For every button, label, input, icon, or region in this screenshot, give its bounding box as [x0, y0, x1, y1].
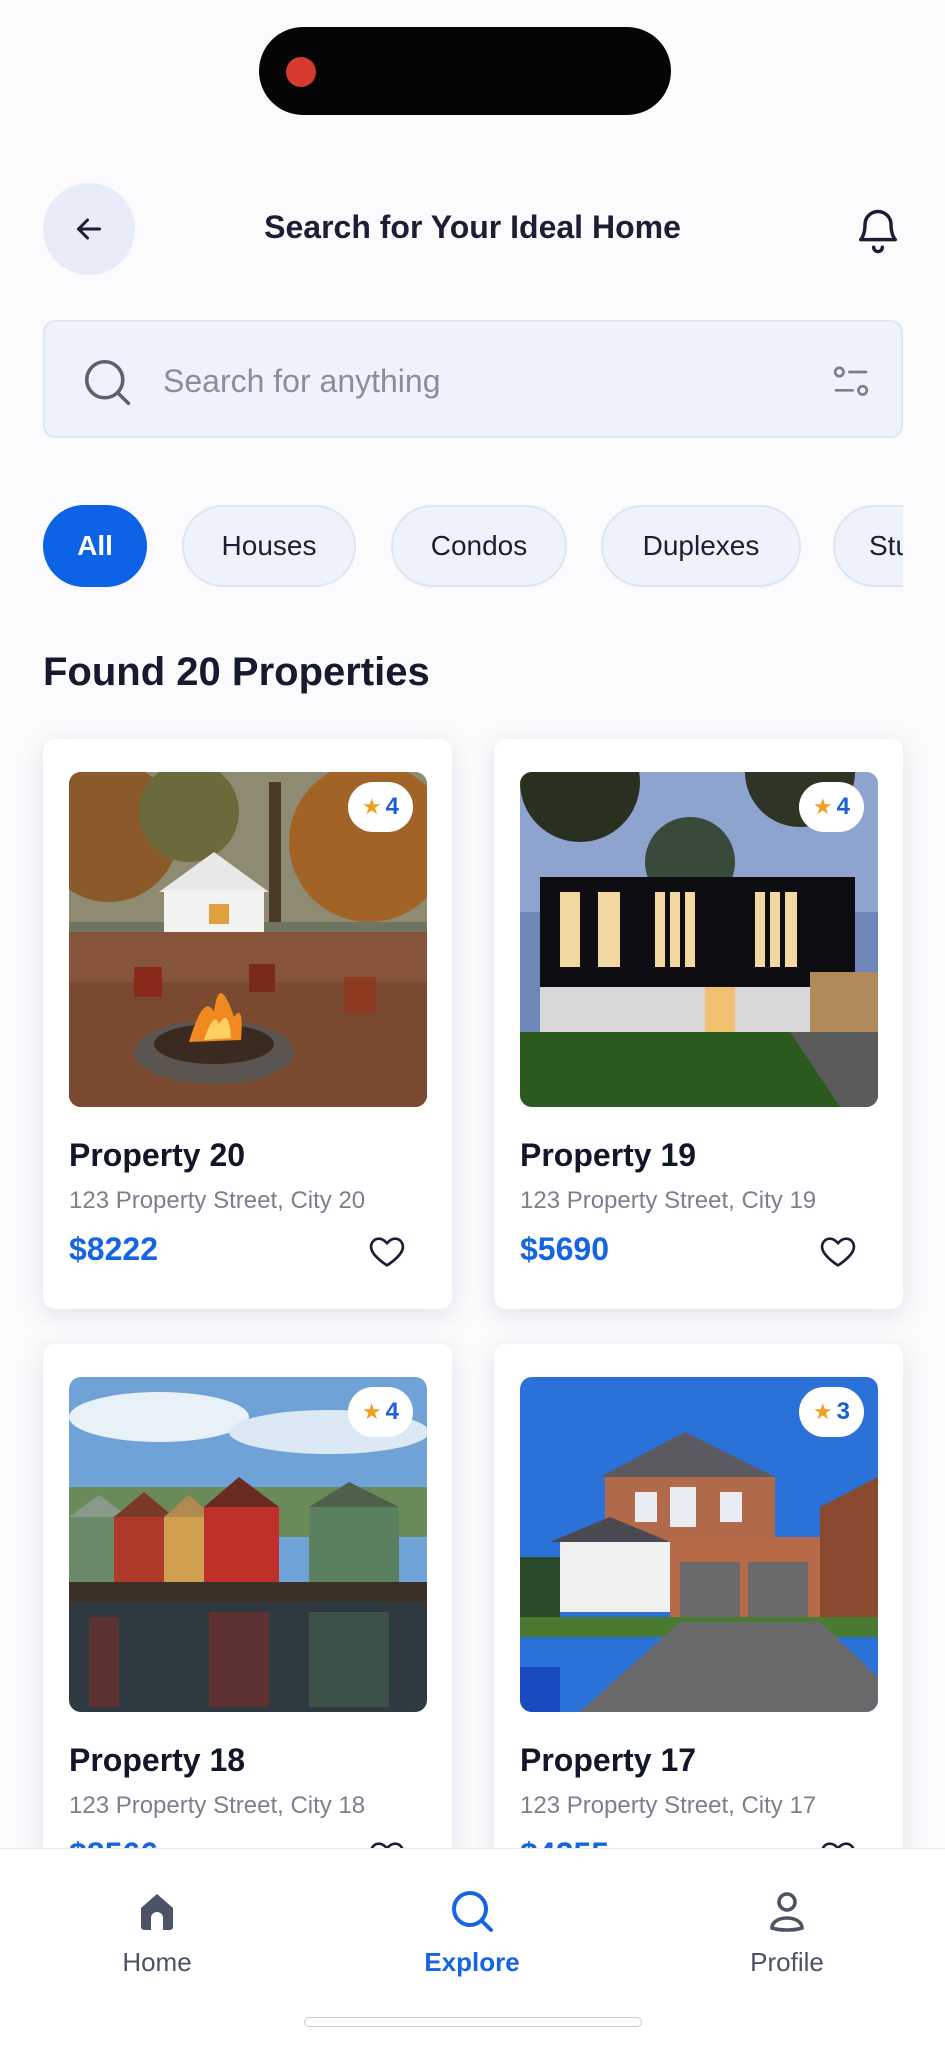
property-address: 123 Property Street, City 20 — [69, 1187, 366, 1214]
filter-icon[interactable] — [831, 362, 871, 402]
search-icon — [84, 359, 131, 406]
property-card[interactable]: ★ 4 Property 19 123 Property Street, Cit… — [494, 739, 903, 1309]
dynamic-island — [259, 27, 671, 115]
nav-profile[interactable]: Profile — [687, 1887, 887, 1978]
nav-home[interactable]: Home — [57, 1887, 257, 1978]
bottom-nav: Home Explore Profile — [0, 1848, 945, 2048]
property-card[interactable]: ★ 3 Property 17 123 Property Street, Cit… — [494, 1344, 903, 1914]
property-photo[interactable]: ★ 4 — [69, 1377, 427, 1712]
rating-badge: ★ 4 — [798, 782, 864, 832]
property-name: Property 18 — [69, 1742, 246, 1778]
bell-icon[interactable] — [852, 205, 904, 257]
nav-explore[interactable]: Explore — [372, 1887, 572, 1978]
chip-duplexes[interactable]: Duplexes — [601, 505, 801, 587]
search-icon — [452, 1891, 493, 1932]
property-card[interactable]: ★ 4 Property 18 123 Property Street, Cit… — [43, 1344, 452, 1914]
property-name: Property 20 — [69, 1137, 246, 1173]
user-icon — [770, 1892, 804, 1932]
top-bar: Search for Your Ideal Home — [0, 183, 945, 278]
rating-badge: ★ 4 — [347, 1387, 413, 1437]
rating-badge: ★ 3 — [798, 1387, 864, 1437]
rating-value: 4 — [836, 793, 850, 820]
search-bar — [43, 320, 903, 438]
chip-houses[interactable]: Houses — [182, 505, 356, 587]
property-price: $8222 — [69, 1231, 158, 1267]
property-photo[interactable]: ★ 4 — [520, 772, 878, 1107]
property-address: 123 Property Street, City 19 — [520, 1187, 817, 1214]
nav-profile-label: Profile — [750, 1947, 824, 1977]
nav-explore-label: Explore — [424, 1947, 520, 1977]
chip-all[interactable]: All — [43, 505, 147, 587]
recording-indicator — [286, 57, 316, 87]
chip-studios[interactable]: Studios — [833, 505, 903, 587]
home-indicator — [304, 2017, 642, 2027]
property-name: Property 17 — [520, 1742, 697, 1778]
property-name: Property 19 — [520, 1137, 697, 1173]
property-price: $5690 — [520, 1231, 609, 1267]
property-address: 123 Property Street, City 18 — [69, 1792, 366, 1819]
heart-icon[interactable] — [367, 1232, 407, 1272]
star-icon: ★ — [812, 1399, 833, 1424]
chip-condos[interactable]: Condos — [391, 505, 567, 587]
star-icon: ★ — [812, 794, 833, 819]
property-photo[interactable]: ★ 4 — [69, 772, 427, 1107]
home-icon — [141, 1894, 173, 1930]
property-card[interactable]: ★ 4 Property 20 123 Property Street, Cit… — [43, 739, 452, 1309]
star-icon: ★ — [361, 1399, 382, 1424]
rating-value: 3 — [836, 1398, 850, 1425]
star-icon: ★ — [361, 794, 382, 819]
property-address: 123 Property Street, City 17 — [520, 1792, 817, 1819]
category-chips: All Houses Condos Duplexes Studios — [43, 505, 903, 589]
page-title: Search for Your Ideal Home — [264, 209, 681, 245]
results-heading: Found 20 Properties — [43, 650, 430, 694]
search-input[interactable] — [163, 352, 743, 410]
heart-icon[interactable] — [818, 1232, 858, 1272]
property-photo[interactable]: ★ 3 — [520, 1377, 878, 1712]
rating-badge: ★ 4 — [347, 782, 413, 832]
rating-value: 4 — [385, 1398, 399, 1425]
rating-value: 4 — [385, 793, 399, 820]
nav-home-label: Home — [122, 1947, 192, 1977]
